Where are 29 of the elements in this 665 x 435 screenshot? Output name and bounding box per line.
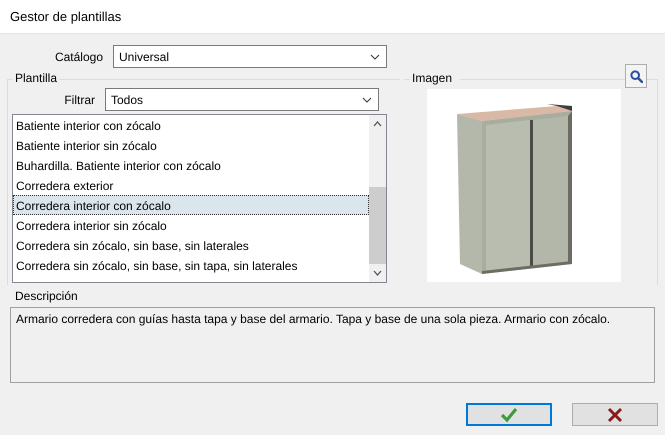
list-item[interactable]: Batiente interior con zócalo [13,115,369,135]
search-button[interactable] [625,64,647,88]
check-icon [500,406,518,422]
scroll-thumb[interactable] [369,187,386,264]
field-label: Catálogo [54,50,103,64]
filter-dropdown[interactable]: Todos [105,88,379,111]
list-item[interactable]: Corredera sin zócalo, sin base, sin laterales [13,235,369,255]
description-field[interactable]: Armario corredera con guías hasta tapa y base del armario. Tapa y base de una sola pieza. Armario con zócalo. [10,307,655,383]
cancel-button[interactable] [572,403,658,426]
ok-button[interactable] [466,403,552,426]
list-item[interactable]: Corredera interior sin zócalo [13,215,369,235]
catalog-dropdown[interactable]: Universal [113,45,387,68]
list-item[interactable]: Corredera interior con zócalo [13,195,369,215]
scroll-up-icon[interactable] [373,121,382,127]
field-label: Filtrar [63,92,95,106]
search-icon [630,70,642,82]
scroll-down-icon[interactable] [373,270,382,276]
scrollbar[interactable] [369,115,386,282]
close-icon [607,406,623,422]
group-title: Imagen [410,71,460,85]
window-title: Gestor de plantillas [0,0,665,34]
group-title: Plantilla [13,71,60,85]
caret-icon [362,96,372,102]
list-item[interactable]: Corredera sin zócalo, sin base, sin tapa, sin laterales [13,255,369,275]
list-item[interactable]: Corredera exterior [13,175,369,195]
caret-icon [370,54,380,60]
list-item[interactable]: Batiente interior sin zócalo [13,135,369,155]
group-title: Descripción [15,289,78,303]
list-item[interactable]: Buhardilla. Batiente interior con zócalo [13,155,369,175]
